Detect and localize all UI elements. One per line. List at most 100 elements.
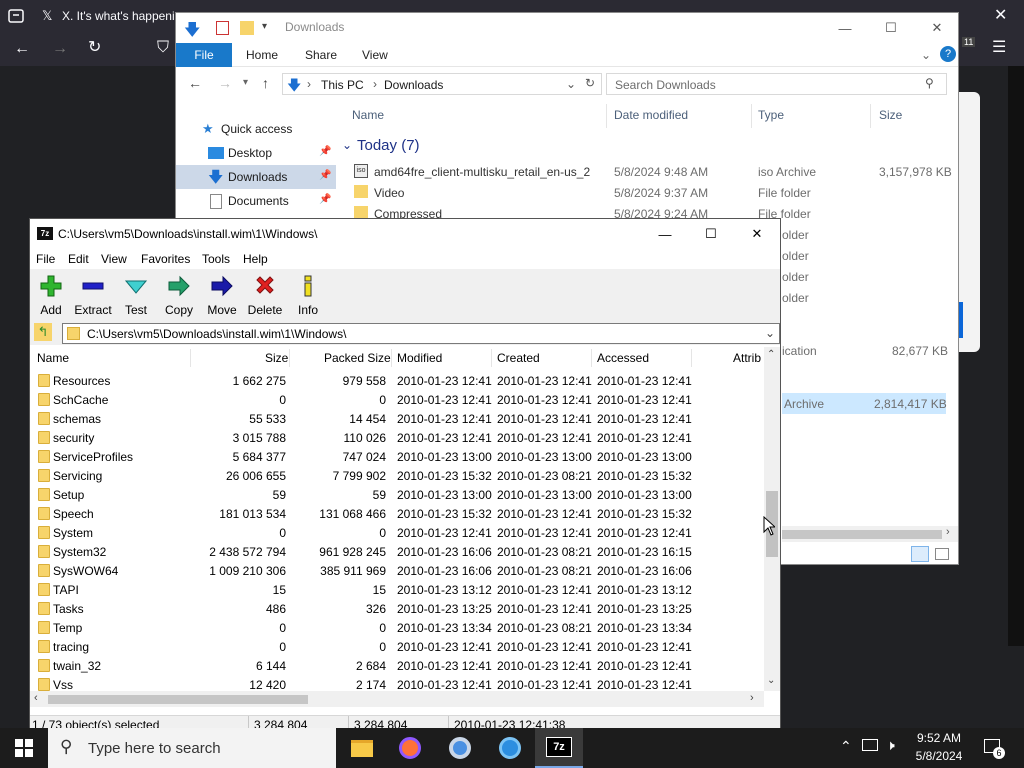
close-browser-icon[interactable]: ✕ <box>994 8 1007 24</box>
column-divider[interactable] <box>591 349 592 367</box>
ribbon-tab-share[interactable]: Share <box>305 48 337 62</box>
ribbon-tab-home[interactable]: Home <box>246 48 278 62</box>
extract-button[interactable]: Extract <box>72 273 114 319</box>
column-size[interactable]: Size <box>265 351 288 365</box>
archive-row[interactable]: Vss 12 420 2 174 2010-01-23 12:41 2010-01-23… <box>30 675 764 691</box>
taskbar-search-box[interactable]: ⚲ Type here to search <box>48 728 336 768</box>
column-created[interactable]: Created <box>497 351 540 365</box>
add-button[interactable]: Add <box>30 273 72 319</box>
refresh-icon[interactable]: ↻ <box>585 76 595 90</box>
nav-item-desktop[interactable]: Desktop 📌 <box>176 141 336 165</box>
column-divider[interactable] <box>691 349 692 367</box>
ribbon-expand-icon[interactable]: ⌄ <box>921 48 931 62</box>
menu-icon[interactable]: ☰ <box>992 40 1006 56</box>
info-button[interactable]: Info <box>287 273 329 319</box>
archive-row[interactable]: Speech 181 013 534 131 068 466 2010-01-23 1… <box>30 504 764 523</box>
archive-row[interactable]: TAPI 15 15 2010-01-23 13:12 2010-01-23 12:41… <box>30 580 764 599</box>
group-header-today[interactable]: Today (7) <box>357 137 420 154</box>
column-accessed[interactable]: Accessed <box>597 351 649 365</box>
pin-icon[interactable]: 📌 <box>319 146 331 157</box>
archive-row[interactable]: tracing 0 0 2010-01-23 12:41 2010-01-23 12:4… <box>30 637 764 656</box>
extension-badge[interactable]: 11 <box>962 37 976 47</box>
scroll-left-icon[interactable]: ‹ <box>34 692 38 704</box>
explorer-forward-icon[interactable]: → <box>218 75 232 91</box>
archive-row[interactable]: System 0 0 2010-01-23 12:41 2010-01-23 12:41… <box>30 523 764 542</box>
column-divider[interactable] <box>870 104 871 128</box>
archive-row[interactable]: security 3 015 788 110 026 2010-01-23 12:41… <box>30 428 764 447</box>
archive-row[interactable]: Temp 0 0 2010-01-23 13:34 2010-01-23 08:21 20… <box>30 618 764 637</box>
tab-overview-icon[interactable] <box>8 9 24 23</box>
explorer-address-bar[interactable]: 🡇 › This PC › Downloads ⌄ ↻ <box>282 73 602 95</box>
explorer-search-input[interactable]: Search Downloads ⚲ <box>606 73 947 95</box>
column-divider[interactable] <box>391 349 392 367</box>
archive-row[interactable]: schemas 55 533 14 454 2010-01-23 12:41 2010-… <box>30 409 764 428</box>
scroll-right-icon[interactable]: › <box>946 526 950 538</box>
sevenzip-close-button[interactable]: ✕ <box>734 219 780 249</box>
pin-icon[interactable]: 📌 <box>319 194 331 205</box>
sevenzip-horizontal-scrollbar[interactable]: ‹ › <box>30 691 764 707</box>
menu-edit[interactable]: Edit <box>68 252 89 266</box>
menu-tools[interactable]: Tools <box>202 252 230 266</box>
nav-item-downloads[interactable]: 🡇 Downloads 📌 <box>176 165 336 189</box>
explorer-back-icon[interactable]: ← <box>188 75 202 91</box>
scroll-up-icon[interactable]: ⌃ <box>767 349 775 360</box>
sevenzip-minimize-button[interactable]: — <box>642 219 688 249</box>
details-view-icon[interactable] <box>911 546 929 562</box>
taskbar-app[interactable] <box>486 728 534 768</box>
forward-icon[interactable]: → <box>52 41 68 57</box>
test-button[interactable]: Test <box>115 273 157 319</box>
copy-button[interactable]: Copy <box>158 273 200 319</box>
menu-favorites[interactable]: Favorites <box>141 252 190 266</box>
nav-item-documents[interactable]: Documents 📌 <box>176 189 336 213</box>
network-icon[interactable] <box>862 739 878 751</box>
column-type[interactable]: Type <box>758 108 784 122</box>
sevenzip-maximize-button[interactable]: ☐ <box>688 219 734 249</box>
show-hidden-icons-icon[interactable]: ⌃ <box>840 738 852 755</box>
menu-help[interactable]: Help <box>243 252 268 266</box>
volume-muted-icon[interactable]: 🕨 <box>886 737 895 754</box>
group-collapse-icon[interactable]: ⌄ <box>342 138 352 152</box>
properties-icon[interactable] <box>216 21 229 35</box>
taskbar-firefox[interactable] <box>386 728 434 768</box>
column-divider[interactable] <box>289 349 290 367</box>
archive-row[interactable]: SysWOW64 1 009 210 306 385 911 969 2010-01-… <box>30 561 764 580</box>
reload-icon[interactable]: ↻ <box>88 40 101 56</box>
explorer-maximize-button[interactable]: ☐ <box>868 13 914 43</box>
file-row[interactable]: iso amd64fre_client-multisku_retail_en-u… <box>346 161 956 182</box>
column-modified[interactable]: Modified <box>397 351 442 365</box>
nav-item-quick-access[interactable]: ★ Quick access <box>176 117 336 141</box>
column-divider[interactable] <box>606 104 607 128</box>
back-icon[interactable]: ← <box>14 41 30 57</box>
taskbar-chrome[interactable] <box>436 728 484 768</box>
archive-row[interactable]: Resources 1 662 275 979 558 2010-01-23 12:4… <box>30 371 764 390</box>
address-dropdown-icon[interactable]: ⌄ <box>566 77 576 91</box>
column-attrib[interactable]: Attrib <box>733 351 761 365</box>
sevenzip-address-input[interactable]: C:\Users\vm5\Downloads\install.wim\1\Win… <box>62 323 780 344</box>
menu-file[interactable]: File <box>36 252 55 266</box>
start-button[interactable] <box>0 728 48 768</box>
address-downloads[interactable]: Downloads <box>384 78 443 92</box>
browser-tab-title[interactable]: X. It's what's happenin <box>62 9 181 23</box>
scroll-down-icon[interactable]: ⌄ <box>767 675 775 686</box>
clock-time[interactable]: 9:52 AM <box>906 731 972 745</box>
help-icon[interactable]: ? <box>940 46 956 62</box>
pin-icon[interactable]: 📌 <box>319 170 331 181</box>
explorer-horizontal-scrollbar[interactable]: › <box>782 526 958 542</box>
taskbar-7zip[interactable]: 7z <box>535 728 583 768</box>
scroll-right-icon[interactable]: › <box>750 692 754 704</box>
clock-date[interactable]: 5/8/2024 <box>906 749 972 763</box>
menu-view[interactable]: View <box>101 252 127 266</box>
move-button[interactable]: Move <box>201 273 243 319</box>
file-row-selected[interactable]: Archive 2,814,417 KB <box>782 393 947 414</box>
column-date-modified[interactable]: Date modified <box>614 108 688 122</box>
up-icon[interactable]: ↑ <box>262 75 269 91</box>
address-this-pc[interactable]: This PC <box>321 78 364 92</box>
archive-row[interactable]: ServiceProfiles 5 684 377 747 024 2010-01-2… <box>30 447 764 466</box>
ribbon-tab-file[interactable]: File <box>176 43 232 67</box>
address-chevron-icon[interactable]: › <box>307 77 311 91</box>
archive-row[interactable]: Setup 59 59 2010-01-23 13:00 2010-01-23 13:0… <box>30 485 764 504</box>
customize-quick-access-icon[interactable]: ▾ <box>262 21 267 32</box>
column-packed-size[interactable]: Packed Size <box>324 351 391 365</box>
archive-row[interactable]: Tasks 486 326 2010-01-23 13:25 2010-01-23 12… <box>30 599 764 618</box>
shield-icon[interactable]: ⛉ <box>157 40 169 56</box>
